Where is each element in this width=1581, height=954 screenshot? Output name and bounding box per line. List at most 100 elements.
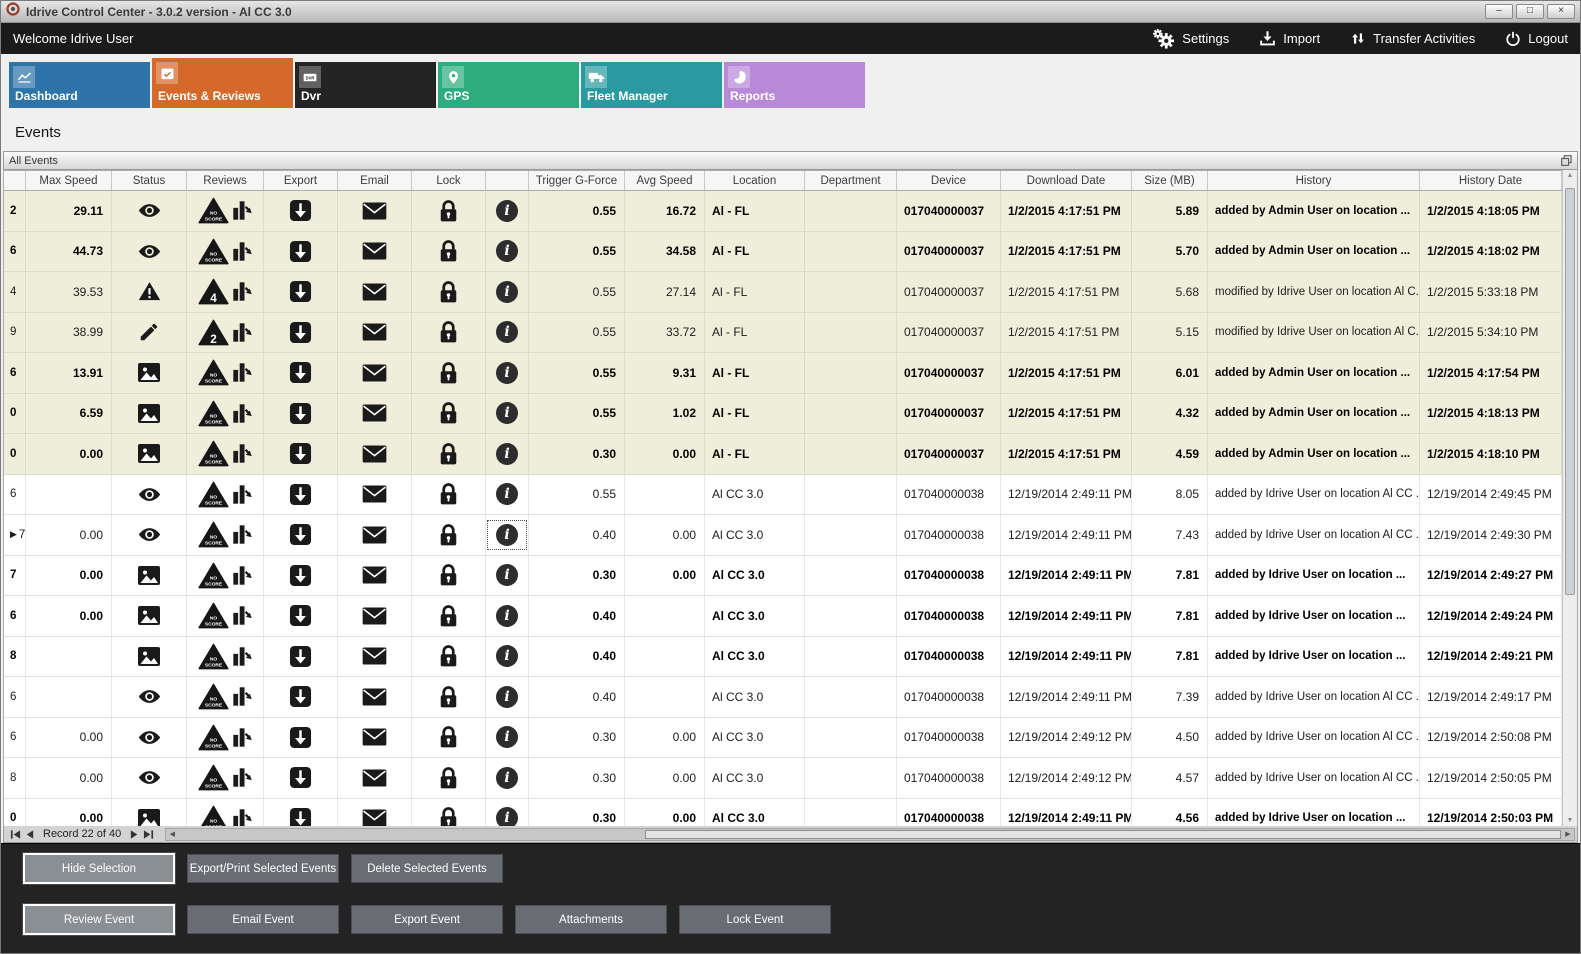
cell-export[interactable]: [264, 353, 338, 394]
vertical-scrollbar-thumb[interactable]: [1565, 188, 1575, 595]
lock-icon[interactable]: [439, 685, 458, 709]
cell-lock[interactable]: [412, 637, 486, 678]
cell-reviews[interactable]: NOSCORE: [187, 596, 264, 637]
cell-reviews[interactable]: NOSCORE: [187, 394, 264, 435]
cell-email[interactable]: [338, 272, 412, 313]
email-envelope-icon[interactable]: [362, 728, 387, 746]
scroll-down-icon[interactable]: ▼: [1563, 817, 1577, 824]
cell-email[interactable]: [338, 758, 412, 799]
cell-info[interactable]: i: [486, 353, 529, 394]
export-print-selected-events-button[interactable]: Export/Print Selected Events: [187, 854, 339, 883]
table-row[interactable]: 80.00NOSCOREi0.300.00Al CC 3.00170400000…: [4, 758, 1562, 799]
column-header-history[interactable]: History: [1208, 171, 1420, 190]
export-download-icon[interactable]: [289, 402, 312, 425]
cell-email[interactable]: [338, 718, 412, 759]
column-header-history-date[interactable]: History Date: [1420, 171, 1562, 190]
cell-info[interactable]: i: [486, 515, 529, 556]
info-icon[interactable]: i: [496, 321, 518, 343]
minimize-button[interactable]: –: [1485, 4, 1513, 19]
info-icon[interactable]: i: [496, 483, 518, 505]
email-envelope-icon[interactable]: [362, 607, 387, 625]
export-download-icon[interactable]: [289, 523, 312, 546]
export-download-icon[interactable]: [289, 685, 312, 708]
column-header-export[interactable]: Export: [264, 171, 338, 190]
cell-lock[interactable]: [412, 799, 486, 827]
column-header-device[interactable]: Device: [897, 171, 1001, 190]
info-icon[interactable]: i: [496, 524, 518, 546]
lock-icon[interactable]: [439, 482, 458, 506]
lock-icon[interactable]: [439, 239, 458, 263]
cell-email[interactable]: [338, 232, 412, 273]
column-header-download-date[interactable]: Download Date: [1001, 171, 1132, 190]
column-header-department[interactable]: Department: [805, 171, 897, 190]
export-download-icon[interactable]: [289, 483, 312, 506]
email-envelope-icon[interactable]: [362, 769, 387, 787]
tab-dvr[interactable]: DVRDvr: [295, 62, 436, 108]
email-envelope-icon[interactable]: [362, 404, 387, 422]
info-icon[interactable]: i: [496, 726, 518, 748]
lock-icon[interactable]: [439, 523, 458, 547]
scroll-up-icon[interactable]: ▲: [1563, 172, 1577, 179]
cell-lock[interactable]: [412, 191, 486, 232]
lock-icon[interactable]: [439, 644, 458, 668]
email-envelope-icon[interactable]: [362, 242, 387, 260]
scroll-left-icon[interactable]: ◀: [166, 829, 178, 840]
cell-export[interactable]: [264, 799, 338, 827]
lock-icon[interactable]: [439, 806, 458, 826]
cell-email[interactable]: [338, 556, 412, 597]
table-row[interactable]: ▶70.00NOSCOREi0.400.00Al CC 3.0017040000…: [4, 515, 1562, 556]
export-download-icon[interactable]: [289, 199, 312, 222]
email-envelope-icon[interactable]: [362, 526, 387, 544]
last-record-icon[interactable]: [143, 829, 154, 840]
column-header-location[interactable]: Location: [705, 171, 805, 190]
menu-item-import[interactable]: Import: [1259, 30, 1320, 47]
cell-lock[interactable]: [412, 434, 486, 475]
lock-icon[interactable]: [439, 280, 458, 304]
tab-events-reviews[interactable]: Events & Reviews: [152, 58, 293, 108]
email-event-button[interactable]: Email Event: [187, 905, 339, 934]
table-row[interactable]: 6NOSCOREi0.55Al CC 3.001704000003812/19/…: [4, 475, 1562, 516]
column-header-avg-speed[interactable]: Avg Speed: [625, 171, 705, 190]
cell-lock[interactable]: [412, 313, 486, 354]
export-download-icon[interactable]: [289, 726, 312, 749]
scroll-right-icon[interactable]: ▶: [1562, 829, 1574, 840]
cell-info[interactable]: i: [486, 434, 529, 475]
export-download-icon[interactable]: [289, 442, 312, 465]
cell-info[interactable]: i: [486, 313, 529, 354]
column-header-reviews[interactable]: Reviews: [187, 171, 264, 190]
export-download-icon[interactable]: [289, 361, 312, 384]
cell-email[interactable]: [338, 799, 412, 827]
export-download-icon[interactable]: [289, 321, 312, 344]
cell-lock[interactable]: [412, 232, 486, 273]
cell-reviews[interactable]: NOSCORE: [187, 475, 264, 516]
delete-selected-events-button[interactable]: Delete Selected Events: [351, 854, 503, 883]
cell-export[interactable]: [264, 272, 338, 313]
info-icon[interactable]: i: [496, 402, 518, 424]
column-header-max-speed[interactable]: Max Speed: [26, 171, 112, 190]
info-icon[interactable]: i: [496, 767, 518, 789]
cell-email[interactable]: [338, 394, 412, 435]
cell-export[interactable]: [264, 515, 338, 556]
cell-info[interactable]: i: [486, 272, 529, 313]
cell-info[interactable]: i: [486, 232, 529, 273]
menu-item-transfer-activities[interactable]: Transfer Activities: [1350, 30, 1475, 47]
cell-reviews[interactable]: NOSCORE: [187, 758, 264, 799]
table-row[interactable]: 6NOSCOREi0.40Al CC 3.001704000003812/19/…: [4, 677, 1562, 718]
export-download-icon[interactable]: [289, 766, 312, 789]
cell-info[interactable]: i: [486, 758, 529, 799]
cell-lock[interactable]: [412, 677, 486, 718]
lock-icon[interactable]: [439, 766, 458, 790]
column-header-info[interactable]: [486, 171, 529, 190]
cell-email[interactable]: [338, 637, 412, 678]
cell-info[interactable]: i: [486, 799, 529, 827]
lock-icon[interactable]: [439, 361, 458, 385]
cell-reviews[interactable]: NOSCORE: [187, 799, 264, 827]
lock-icon[interactable]: [439, 725, 458, 749]
email-envelope-icon[interactable]: [362, 283, 387, 301]
cell-lock[interactable]: [412, 272, 486, 313]
export-download-icon[interactable]: [289, 280, 312, 303]
cell-reviews[interactable]: NOSCORE: [187, 232, 264, 273]
export-download-icon[interactable]: [289, 240, 312, 263]
column-header-trigger-g-force[interactable]: Trigger G-Force: [529, 171, 625, 190]
table-row[interactable]: 644.73NOSCOREi0.5534.58Al - FL0170400000…: [4, 232, 1562, 273]
